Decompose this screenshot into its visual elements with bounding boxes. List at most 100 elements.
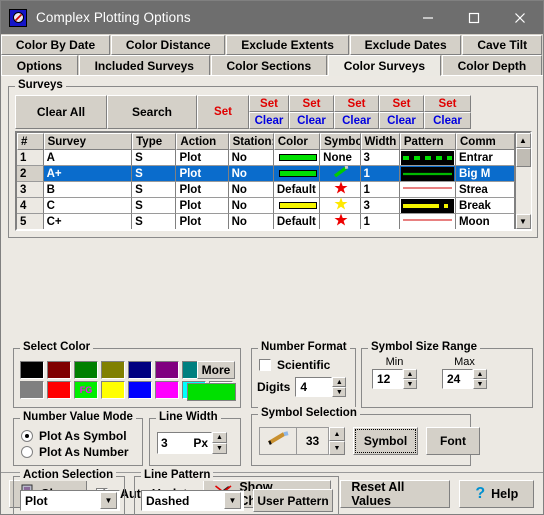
cell-type[interactable]: S <box>132 214 177 229</box>
chevron-down-icon[interactable]: ▼ <box>100 492 117 509</box>
cell-symbol[interactable] <box>320 182 361 198</box>
symbol-preview[interactable] <box>259 427 297 455</box>
cell-symbol[interactable]: None <box>320 150 361 166</box>
tab-included-surveys[interactable]: Included Surveys <box>78 55 210 76</box>
color-swatch-magenta[interactable] <box>155 381 179 399</box>
cell-color[interactable] <box>273 198 321 214</box>
cell-station[interactable]: No <box>228 150 274 166</box>
user-pattern-button[interactable]: User Pattern <box>253 489 333 512</box>
symbol-number-value[interactable]: 33 <box>297 427 329 455</box>
table-row[interactable]: 3 B S Plot No Default 1 Strea <box>17 182 515 198</box>
cell-symbol[interactable] <box>320 198 361 214</box>
symbol-number-spin-buttons[interactable]: ▲ ▼ <box>329 427 345 455</box>
digits-spin-buttons[interactable]: ▲ ▼ <box>332 377 347 397</box>
table-row[interactable]: 4 C S Plot No 3 Break <box>17 198 515 214</box>
cell-color[interactable]: Default <box>273 182 321 198</box>
cell-width[interactable]: 3 <box>360 198 400 214</box>
set-symbol-button[interactable]: Set <box>289 95 334 112</box>
clear-color-button[interactable]: Clear <box>249 112 289 129</box>
cell-station[interactable]: No <box>228 182 274 198</box>
min-size-input[interactable]: 12 <box>372 369 403 389</box>
more-colors-button[interactable]: More <box>197 361 235 379</box>
tab-color-sections[interactable]: Color Sections <box>210 55 327 76</box>
cell-survey[interactable]: A <box>43 150 133 166</box>
set-width-button[interactable]: Set <box>334 95 379 112</box>
cell-type[interactable]: S <box>132 182 177 198</box>
color-swatch-maroon[interactable] <box>47 361 71 379</box>
line-width-spin-buttons[interactable]: ▲ ▼ <box>212 432 227 454</box>
cell-comment[interactable]: Entrar <box>455 150 515 166</box>
cell-action[interactable]: Plot <box>176 198 229 214</box>
cell-pattern[interactable] <box>399 166 456 182</box>
line-width-input[interactable]: 3 Px <box>157 432 212 454</box>
cell-station[interactable]: No <box>228 166 274 182</box>
max-spin-buttons[interactable]: ▲ ▼ <box>473 369 487 389</box>
reset-all-values-button[interactable]: Reset All Values <box>340 479 451 508</box>
set-button[interactable]: Set <box>197 95 249 129</box>
clear-width-button[interactable]: Clear <box>334 112 379 129</box>
tab-color-depth[interactable]: Color Depth <box>441 55 543 76</box>
cell-pattern[interactable] <box>399 214 456 229</box>
cell-action[interactable]: Plot <box>176 166 229 182</box>
cell-station[interactable]: No <box>228 198 274 214</box>
tab-color-distance[interactable]: Color Distance <box>111 35 226 55</box>
maximize-icon[interactable] <box>451 1 497 34</box>
col-header-action[interactable]: Action <box>176 133 229 150</box>
cell-type[interactable]: S <box>132 198 177 214</box>
line-pattern-dropdown[interactable]: Dashed ▼ <box>141 490 244 511</box>
help-button[interactable]: ? Help <box>459 479 535 508</box>
spin-down-icon[interactable]: ▼ <box>473 379 487 389</box>
col-header-station[interactable]: Station: <box>228 133 274 150</box>
cell-pattern[interactable] <box>399 198 456 214</box>
spin-up-icon[interactable]: ▲ <box>473 369 487 379</box>
col-header-width[interactable]: Width <box>360 133 400 150</box>
max-size-input[interactable]: 24 <box>442 369 473 389</box>
min-size-stepper[interactable]: 12 ▲ ▼ <box>372 369 417 389</box>
set-color-button[interactable]: Set <box>249 95 289 112</box>
spin-down-icon[interactable]: ▼ <box>403 379 417 389</box>
spin-down-icon[interactable]: ▼ <box>212 443 227 454</box>
cell-comment[interactable]: Big M <box>455 166 515 182</box>
scrollbar-track[interactable] <box>515 167 531 214</box>
spin-down-icon[interactable]: ▼ <box>329 441 345 455</box>
action-selection-dropdown[interactable]: Plot ▼ <box>20 490 120 511</box>
cell-width[interactable]: 1 <box>360 166 400 182</box>
min-spin-buttons[interactable]: ▲ ▼ <box>403 369 417 389</box>
cell-comment[interactable]: Break <box>455 198 515 214</box>
grid-vertical-scrollbar[interactable]: ▲ ▼ <box>515 133 531 229</box>
tab-options[interactable]: Options <box>1 55 78 76</box>
col-header-symbol[interactable]: Symbol <box>320 133 361 150</box>
cell-survey[interactable]: C+ <box>43 214 133 229</box>
cell-action[interactable]: Plot <box>176 150 229 166</box>
chevron-down-icon[interactable]: ▼ <box>224 492 241 509</box>
scientific-checkbox[interactable] <box>259 359 271 371</box>
color-swatch-olive[interactable] <box>101 361 125 379</box>
color-swatch-green[interactable] <box>74 361 98 379</box>
scroll-up-icon[interactable]: ▲ <box>515 133 531 148</box>
cell-type[interactable]: S <box>132 150 177 166</box>
digits-stepper[interactable]: 4 ▲ ▼ <box>295 377 347 397</box>
clear-symbol-button[interactable]: Clear <box>289 112 334 129</box>
cell-color[interactable] <box>273 150 321 166</box>
color-swatch-black[interactable] <box>20 361 44 379</box>
cell-survey[interactable]: C <box>43 198 133 214</box>
table-row[interactable]: 2 A+ S Plot No 1 Big M <box>17 166 515 182</box>
spin-up-icon[interactable]: ▲ <box>329 427 345 441</box>
radio-plot-as-symbol[interactable]: Plot As Symbol <box>21 429 142 443</box>
table-row[interactable]: 5 C+ S Plot No Default 1 Moon <box>17 214 515 229</box>
minimize-icon[interactable] <box>405 1 451 34</box>
spin-up-icon[interactable]: ▲ <box>212 432 227 443</box>
scroll-down-icon[interactable]: ▼ <box>515 214 531 229</box>
cell-color[interactable] <box>273 166 321 182</box>
max-size-stepper[interactable]: 24 ▲ ▼ <box>442 369 487 389</box>
color-swatch-gray[interactable] <box>20 381 44 399</box>
cell-survey[interactable]: B <box>43 182 133 198</box>
col-header-comment[interactable]: Comm <box>455 133 515 150</box>
spin-down-icon[interactable]: ▼ <box>332 387 347 397</box>
tab-exclude-dates[interactable]: Exclude Dates <box>349 35 462 55</box>
cell-color[interactable]: Default <box>273 214 321 229</box>
cell-pattern[interactable] <box>399 182 456 198</box>
cell-action[interactable]: Plot <box>176 214 229 229</box>
cell-pattern[interactable] <box>399 150 456 166</box>
scientific-checkbox-row[interactable]: Scientific <box>259 358 330 372</box>
